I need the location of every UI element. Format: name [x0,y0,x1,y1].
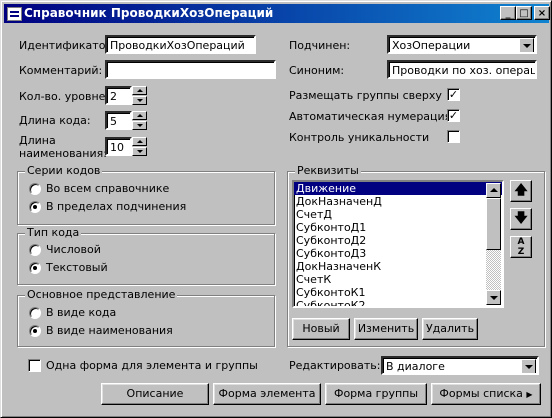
delete-button[interactable]: Удалить [422,318,478,340]
list-item[interactable]: СубконтоК2 [294,299,502,306]
minimize-button[interactable]: _ [500,6,516,20]
parent-select[interactable]: ХозОперации [387,35,537,54]
name-length-input[interactable]: 10 [105,137,132,156]
list-item[interactable]: СубконтоД2 [294,234,502,247]
type-text-label: Текстовый [46,261,108,274]
list-item[interactable]: ДокНазначенД [294,195,502,208]
name-length-spinner[interactable] [132,137,147,156]
list-item[interactable]: СубконтоК1 [294,286,502,299]
list-forms-label: Формы списка [439,387,523,400]
type-text-radio[interactable] [29,262,41,274]
levels-label: Кол-во. уровней: [19,90,117,103]
groups-top-checkbox[interactable]: ✓ [447,88,460,101]
name-length-label-2: наименования: [19,147,107,160]
view-name-label: В виде наименования [46,324,173,337]
levels-input[interactable]: 2 [105,86,132,105]
list-forms-button[interactable]: Формы списка ▶ [431,383,541,405]
dialog-window: Справочник ПроводкиХозОпераций _ □ × Иде… [0,0,552,418]
autonum-checkbox[interactable]: ✓ [447,109,460,122]
list-item[interactable]: ДокНазначенК [294,260,502,273]
comment-label: Комментарий: [19,64,103,77]
groups-top-label: Размещать группы сверху [289,89,442,102]
list-item[interactable]: СубконтоД1 [294,221,502,234]
close-button[interactable]: × [534,6,550,20]
identifier-input[interactable]: ПроводкиХозОпераций [105,35,256,54]
description-button[interactable]: Описание [101,383,209,405]
requisites-list[interactable]: Движение ДокНазначенД СчетД СубконтоД1 Субко… [292,180,504,308]
type-numeric-label: Числовой [46,243,101,256]
maximize-button[interactable]: □ [516,6,532,20]
main-view-group: Основное представление В виде кода В вид… [17,288,275,347]
code-series-group: Серии кодов Во всем справочнике В предел… [17,164,275,225]
edit-mode-label: Редактировать: [289,359,381,372]
chevron-down-icon[interactable] [519,38,534,52]
group-form-button[interactable]: Форма группы [325,383,427,405]
title-bar[interactable]: Справочник ПроводкиХозОпераций _ □ × [4,4,550,23]
code-length-label: Длина кода: [19,114,91,127]
arrow-up-icon: 🡅 [514,183,528,198]
move-down-button[interactable]: 🡇 [510,208,532,230]
synonym-input[interactable]: Проводки по хоз. операция [387,60,537,79]
element-form-button[interactable]: Форма элемента [213,383,321,405]
series-whole-label: Во всем справочнике [46,182,170,195]
scroll-up-icon[interactable] [486,183,501,198]
requisites-group: Реквизиты Движение ДокНазначенД СчетД Субко… [287,164,545,347]
sort-az-icon: AZ [517,237,525,257]
one-form-label: Одна форма для элемента и группы [46,359,258,372]
requisites-title: Реквизиты [295,164,361,177]
sort-button[interactable]: AZ [510,236,532,258]
code-type-title: Тип кода [25,226,82,239]
new-button[interactable]: Новый [292,318,350,340]
code-length-spinner[interactable] [132,111,147,130]
autonum-label: Автоматическая нумерация [289,110,452,123]
arrow-down-icon: 🡇 [514,211,528,226]
edit-mode-value: В диалоге [386,360,445,373]
list-item[interactable]: Движение [294,182,502,195]
one-form-checkbox[interactable] [28,359,41,372]
code-length-input[interactable]: 5 [105,111,132,130]
parent-value: ХозОперации [392,39,471,52]
view-code-label: В виде кода [46,306,117,319]
move-up-button[interactable]: 🡅 [510,180,532,202]
synonym-label: Синоним: [289,64,345,77]
window-title: Справочник ПроводкиХозОпераций [24,6,274,20]
view-code-radio[interactable] [29,307,41,319]
series-whole-radio[interactable] [29,183,41,195]
comment-input[interactable] [105,60,276,79]
main-view-title: Основное представление [25,288,178,301]
unique-checkbox[interactable] [447,130,460,143]
parent-label: Подчинен: [289,39,351,52]
levels-spinner[interactable] [132,86,147,105]
unique-label: Контроль уникальности [289,131,430,144]
list-item[interactable]: СубконтоД3 [294,247,502,260]
requisites-scrollbar[interactable] [486,183,501,305]
type-numeric-radio[interactable] [29,244,41,256]
code-series-title: Серии кодов [25,164,103,177]
edit-button[interactable]: Изменить [354,318,418,340]
name-length-label-1: Длина [19,134,56,147]
view-name-radio[interactable] [29,325,41,337]
list-item[interactable]: СчетД [294,208,502,221]
code-type-group: Тип кода Числовой Текстовый [17,226,275,285]
catalog-icon [7,7,22,21]
scroll-down-icon[interactable] [486,290,501,305]
edit-mode-select[interactable]: В диалоге [381,356,539,375]
triangle-right-icon: ▶ [526,390,533,399]
series-parent-label: В пределах подчинения [46,200,187,213]
identifier-label: Идентификатор: [19,39,117,52]
chevron-down-icon[interactable] [521,359,536,373]
list-item[interactable]: СчетК [294,273,502,286]
scroll-thumb[interactable] [486,198,501,250]
series-parent-radio[interactable] [29,201,41,213]
